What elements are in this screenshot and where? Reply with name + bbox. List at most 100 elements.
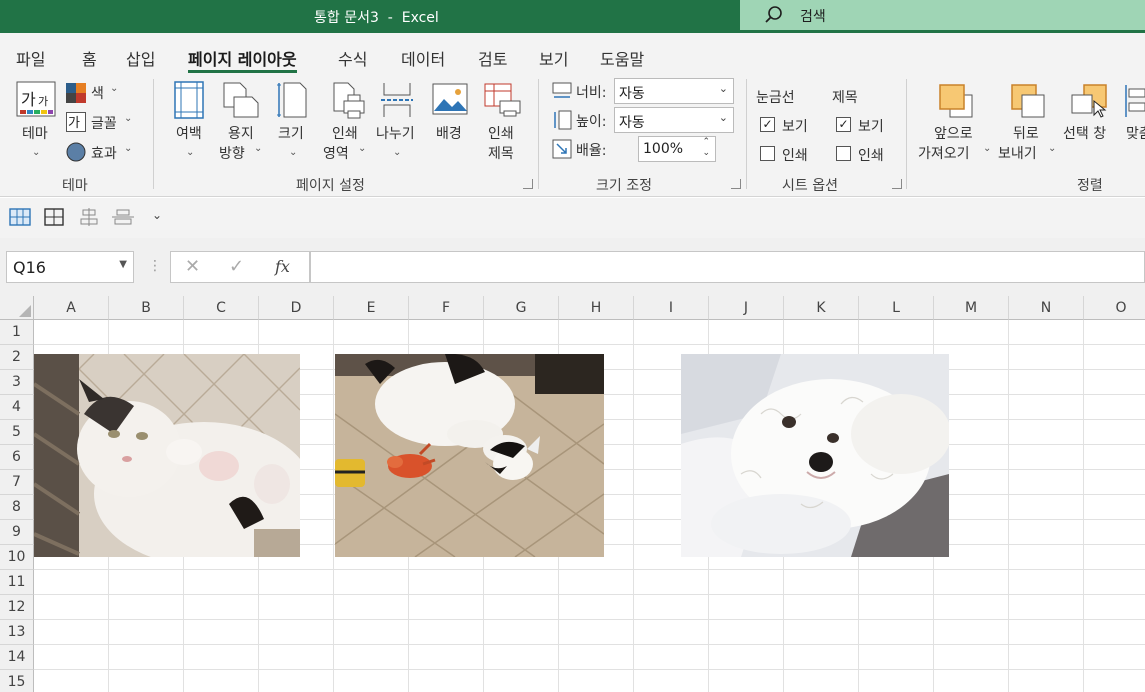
cancel-icon[interactable]: ✕: [185, 256, 200, 277]
headings-view-checkbox[interactable]: ✓: [836, 117, 851, 132]
bring-forward-label-2: 가져오기: [918, 146, 970, 162]
tab-view[interactable]: 보기: [539, 46, 568, 70]
name-box[interactable]: Q16 ▼: [6, 251, 134, 283]
breaks-label: 나누기: [376, 126, 415, 142]
row-header[interactable]: 7: [0, 470, 34, 495]
row-header[interactable]: 11: [0, 570, 34, 595]
row-header[interactable]: 14: [0, 645, 34, 670]
row-header[interactable]: 1: [0, 320, 34, 345]
column-header[interactable]: A: [34, 296, 109, 320]
headings-print-checkbox[interactable]: [836, 146, 851, 161]
column-header[interactable]: M: [934, 296, 1009, 320]
column-header[interactable]: H: [559, 296, 634, 320]
size-icon: [277, 82, 307, 118]
print-titles-icon: [484, 83, 521, 117]
tab-page-layout[interactable]: 페이지 레이아웃: [188, 46, 297, 73]
customize-qat-icon[interactable]: ⌄: [152, 208, 162, 222]
row-header[interactable]: 9: [0, 520, 34, 545]
select-all-icon: [19, 305, 31, 317]
scale-value: 100%: [643, 141, 684, 157]
tab-formulas[interactable]: 수식: [338, 46, 367, 70]
scale-launcher[interactable]: [731, 179, 741, 189]
print-area-label-1: 인쇄: [332, 126, 358, 142]
dog-photo: [681, 354, 949, 557]
search-box[interactable]: 검색: [740, 0, 1145, 30]
chevron-down-icon: ⌄: [124, 113, 133, 124]
width-select[interactable]: 자동 ⌄: [614, 78, 734, 104]
select-all-button[interactable]: [0, 296, 34, 320]
row-header[interactable]: 5: [0, 420, 34, 445]
column-header[interactable]: E: [334, 296, 409, 320]
row-header[interactable]: 15: [0, 670, 34, 692]
column-header[interactable]: B: [109, 296, 184, 320]
row-header[interactable]: 3: [0, 370, 34, 395]
formula-buttons: ✕ ✓ fx: [170, 251, 310, 283]
column-header[interactable]: L: [859, 296, 934, 320]
gridlines-print-checkbox[interactable]: [760, 146, 775, 161]
chevron-down-icon: ⌄: [393, 147, 402, 158]
align-icon: [1125, 85, 1145, 117]
gridlines-view-checkbox[interactable]: ✓: [760, 117, 775, 132]
tab-file[interactable]: 파일: [16, 46, 45, 70]
background-icon: [432, 83, 468, 115]
column-header[interactable]: F: [409, 296, 484, 320]
group-separator: [746, 79, 747, 189]
row-header[interactable]: 12: [0, 595, 34, 620]
column-header[interactable]: G: [484, 296, 559, 320]
borders-icon[interactable]: [43, 208, 65, 226]
normal-view-icon[interactable]: [9, 208, 31, 226]
chevron-down-icon: ⌄: [289, 147, 298, 158]
chevron-down-icon: ⌄: [32, 147, 41, 158]
picture-dog[interactable]: [681, 354, 949, 557]
column-header[interactable]: D: [259, 296, 334, 320]
margins-icon: [174, 81, 204, 119]
column-header[interactable]: O: [1084, 296, 1145, 320]
row-header[interactable]: 2: [0, 345, 34, 370]
width-label: 너비:: [576, 85, 607, 101]
column-header[interactable]: J: [709, 296, 784, 320]
tab-help[interactable]: 도움말: [600, 46, 644, 70]
formula-input[interactable]: [310, 251, 1145, 283]
headings-view-label: 보기: [858, 119, 884, 135]
column-header[interactable]: I: [634, 296, 709, 320]
row-header[interactable]: 6: [0, 445, 34, 470]
row-header[interactable]: 13: [0, 620, 34, 645]
row-header[interactable]: 4: [0, 395, 34, 420]
tab-data[interactable]: 데이터: [401, 46, 445, 70]
tab-home[interactable]: 홈: [82, 46, 97, 70]
picture-cat-1[interactable]: [34, 354, 300, 557]
row-gridline: [34, 644, 1145, 645]
scale-spinner[interactable]: 100% ⌃ ⌄: [638, 136, 716, 162]
height-icon: [554, 110, 572, 130]
column-header[interactable]: C: [184, 296, 259, 320]
picture-cat-2[interactable]: [335, 354, 604, 557]
worksheet-grid[interactable]: ABCDEFGHIJKLMNO 1 2 3 4 5 6 7 8 9 10 11 12 13 14 15: [0, 296, 1145, 692]
row-header[interactable]: 8: [0, 495, 34, 520]
fonts-icon: 가: [66, 112, 86, 132]
distribute-icon[interactable]: [112, 208, 134, 226]
themes-label: 테마: [22, 126, 48, 142]
column-header[interactable]: K: [784, 296, 859, 320]
height-label: 높이:: [576, 114, 607, 130]
spinner-arrows-icon[interactable]: ⌃ ⌄: [702, 137, 710, 159]
sheet-options-launcher[interactable]: [892, 179, 902, 189]
tab-review[interactable]: 검토: [478, 46, 507, 70]
search-icon: [765, 6, 782, 23]
row-header[interactable]: 10: [0, 545, 34, 570]
print-titles-label-1: 인쇄: [488, 126, 514, 142]
background-label: 배경: [436, 126, 462, 142]
align-center-icon[interactable]: [78, 208, 100, 226]
row-gridline: [34, 619, 1145, 620]
height-select[interactable]: 자동 ⌄: [614, 107, 734, 133]
bring-forward-label-1: 앞으로: [934, 126, 973, 142]
insert-function-icon[interactable]: fx: [275, 257, 290, 276]
enter-icon[interactable]: ✓: [229, 256, 244, 277]
send-backward-label-2: 보내기: [998, 146, 1037, 162]
margins-label: 여백: [176, 126, 202, 142]
column-header[interactable]: N: [1009, 296, 1084, 320]
width-value: 자동: [619, 86, 645, 102]
search-label: 검색: [800, 9, 826, 25]
page-setup-launcher[interactable]: [523, 179, 533, 189]
tab-insert[interactable]: 삽입: [126, 46, 155, 70]
ribbon-tabs: 파일 홈 삽입 페이지 레이아웃 수식 데이터 검토 보기 도움말: [0, 33, 1145, 75]
